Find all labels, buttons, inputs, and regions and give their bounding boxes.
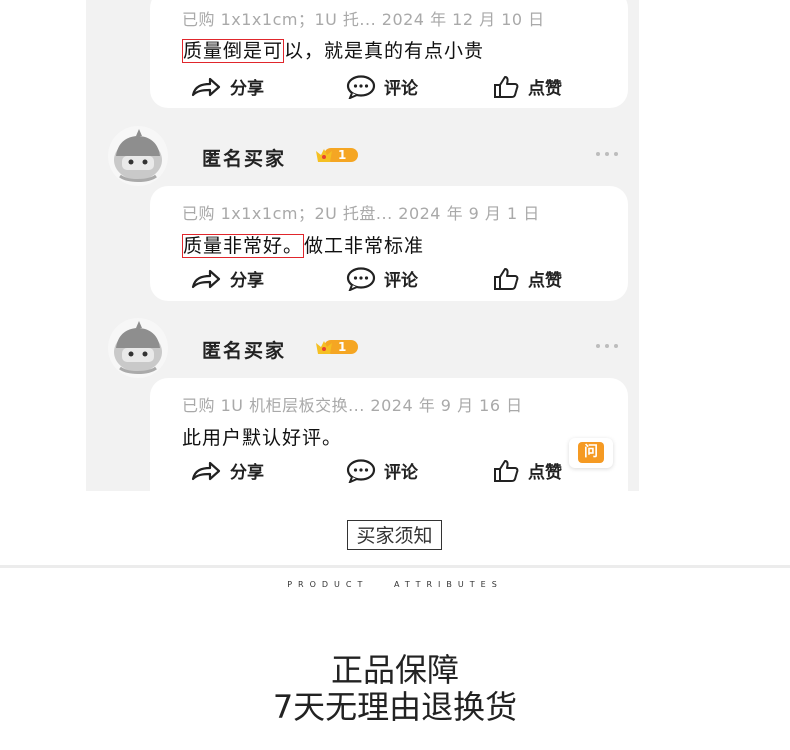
review-text: 以，就是真的有点小贵 [284, 40, 485, 62]
review-actions: 分享 评论 点赞 [190, 458, 588, 486]
review-purchase-meta: 已购 1x1x1cm；1U 托... 2024 年 12 月 10 日 [182, 10, 545, 29]
review-content: 此用户默认好评。 [182, 423, 342, 450]
comment-icon [346, 458, 376, 483]
level-number: 1 [338, 340, 347, 354]
ask-icon: 问 [578, 442, 604, 463]
more-options-button[interactable] [596, 152, 618, 156]
ask-question-button[interactable]: 问 [569, 438, 613, 468]
level-badge: 1 [314, 338, 358, 356]
share-button[interactable]: 分享 [190, 266, 264, 291]
review-highlight: 质量非常好。 [182, 234, 305, 258]
review-card: 已购 1U 机柜层板交换... 2024 年 9 月 16 日 此用户默认好评。… [150, 378, 628, 491]
comment-button[interactable]: 评论 [346, 74, 418, 99]
like-label: 点赞 [528, 463, 562, 483]
share-icon [190, 268, 222, 290]
buyer-notice-heading: 买家须知 [347, 520, 442, 550]
thumbs-up-icon [492, 459, 520, 483]
share-label: 分享 [230, 463, 264, 483]
thumbs-up-icon [492, 75, 520, 99]
review-actions: 分享 评论 点赞 [190, 74, 588, 102]
review-card: 已购 1x1x1cm；1U 托... 2024 年 12 月 10 日 质量倒是… [150, 0, 628, 108]
like-button[interactable]: 点赞 [492, 458, 562, 483]
comment-button[interactable]: 评论 [346, 458, 418, 483]
reviewer-header: 匿名买家 1 [108, 126, 618, 186]
thumbs-up-icon [492, 267, 520, 291]
comment-label: 评论 [384, 463, 418, 483]
comment-icon [346, 266, 376, 291]
avatar[interactable] [108, 126, 168, 186]
share-button[interactable]: 分享 [190, 74, 264, 99]
review-content: 质量非常好。做工非常标准 [182, 231, 424, 258]
review-content: 质量倒是可以，就是真的有点小贵 [182, 36, 484, 63]
comment-label: 评论 [384, 79, 418, 99]
share-label: 分享 [230, 79, 264, 99]
share-icon [190, 460, 222, 482]
reviews-panel: 已购 1x1x1cm；1U 托... 2024 年 12 月 10 日 质量倒是… [86, 0, 639, 491]
share-button[interactable]: 分享 [190, 458, 264, 483]
like-button[interactable]: 点赞 [492, 74, 562, 99]
reviewer-header: 匿名买家 1 [108, 318, 618, 378]
level-badge: 1 [314, 146, 358, 164]
reviewer-name: 匿名买家 [202, 340, 287, 362]
like-label: 点赞 [528, 271, 562, 291]
level-number: 1 [338, 148, 347, 162]
review-purchase-meta: 已购 1U 机柜层板交换... 2024 年 9 月 16 日 [182, 396, 523, 415]
comment-button[interactable]: 评论 [346, 266, 418, 291]
comment-label: 评论 [384, 271, 418, 291]
review-text: 做工非常标准 [304, 235, 425, 257]
review-purchase-meta: 已购 1x1x1cm；2U 托盘... 2024 年 9 月 1 日 [182, 204, 540, 223]
divider [0, 565, 790, 568]
avatar[interactable] [108, 318, 168, 378]
like-label: 点赞 [528, 79, 562, 99]
share-icon [190, 76, 222, 98]
review-actions: 分享 评论 点赞 [190, 266, 588, 294]
review-text: 此用户默认好评。 [182, 427, 343, 449]
share-label: 分享 [230, 271, 264, 291]
reviewer-name: 匿名买家 [202, 148, 287, 170]
product-attributes-subtitle: PRODUCT ATTRIBUTES [287, 580, 503, 589]
more-options-button[interactable] [596, 344, 618, 348]
like-button[interactable]: 点赞 [492, 266, 562, 291]
headline-returns: 7天无理由退换货 [272, 688, 518, 726]
review-card: 已购 1x1x1cm；2U 托盘... 2024 年 9 月 1 日 质量非常好… [150, 186, 628, 301]
review-highlight: 质量倒是可 [182, 39, 285, 63]
comment-icon [346, 74, 376, 99]
